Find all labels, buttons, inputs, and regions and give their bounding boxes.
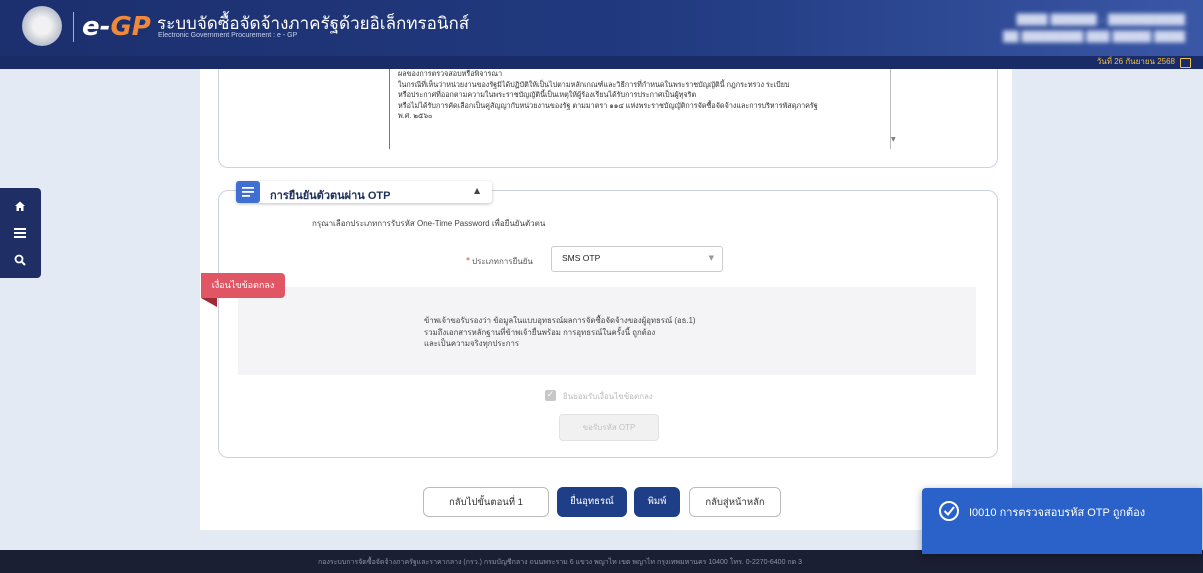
top-info-bar — [0, 56, 1203, 69]
terms-line: หรือประกาศที่ออกตามความในพระราชบัญญัตินี… — [398, 90, 697, 99]
terms-ribbon: เงื่อนไขข้อตกลง — [201, 273, 285, 298]
logo-gp: GP — [110, 12, 151, 42]
logo-divider — [73, 12, 74, 42]
app-header: e-GP ระบบจัดซื้อจัดจ้างภาครัฐด้วยอิเล็กท… — [0, 0, 1203, 56]
back-home-button[interactable]: กลับสู่หน้าหลัก — [689, 487, 781, 517]
egp-logo: e-GP — [82, 13, 151, 41]
current-date: วันที่ 26 กันยายน 2568 — [1096, 57, 1175, 66]
check-circle-icon — [938, 500, 960, 526]
terms-line: ในกรณีที่เห็นว่าหน่วยงานของรัฐมิได้ปฏิบั… — [398, 79, 790, 89]
otp-description: กรุณาเลือกประเภทการรับรหัส One-Time Pass… — [312, 219, 546, 228]
agreement-line: รวมถึงเอกสารหลักฐานที่ข้าพเจ้ายื่นพร้อม … — [424, 327, 656, 337]
terms-text: ผลของการตรวจสอบหรือพิจารณา ในกรณีที่เห็น… — [398, 69, 868, 122]
agreement-line: ข้าพเจ้าขอรับรองว่า ข้อมูลในแบบอุทธรณ์ผล… — [424, 316, 696, 325]
success-toast[interactable] — [922, 488, 1202, 554]
method-label: ประเภทการยืนยัน — [472, 257, 533, 266]
side-nav — [0, 188, 41, 278]
terms-line: ผลของการตรวจสอบหรือพิจารณา — [398, 69, 503, 78]
footer-text: กองระบบการจัดซื้อจัดจ้างภาครัฐและราคากลา… — [318, 559, 803, 566]
ribbon-fold — [201, 298, 217, 307]
required-marker: * — [466, 256, 470, 265]
agreement-line: และเป็นความจริงทุกประการ — [424, 339, 520, 348]
print-button[interactable]: พิมพ์ — [634, 487, 680, 517]
otp-method-select[interactable]: SMS OTP ▼ — [551, 246, 723, 272]
menu-icon[interactable] — [10, 223, 30, 243]
accept-label: ยินยอมรับเงื่อนไขข้อตกลง — [563, 392, 653, 401]
list-icon — [236, 181, 260, 203]
submit-appeal-button[interactable]: ยื่นอุทธรณ์ — [557, 487, 627, 517]
toast-message: I0010 การตรวจสอบรหัส OTP ถูกต้อง — [969, 507, 1146, 519]
logo-e: e- — [82, 12, 111, 42]
search-icon[interactable] — [10, 250, 30, 270]
back-step1-button[interactable]: กลับไปขั้นตอนที่ 1 — [423, 487, 549, 517]
section-title: การยืนยันตัวตนผ่าน OTP — [270, 190, 391, 202]
scroll-down-icon[interactable]: ▼ — [891, 136, 896, 143]
terms-line: หรือไม่ได้รับการคัดเลือกเป็นคู่สัญญากับห… — [398, 100, 818, 110]
accept-checkbox[interactable]: ✓ — [545, 390, 556, 401]
collapse-caret-icon[interactable]: ▲ — [474, 186, 480, 195]
user-info-blurred: ████ ██████ – ██████████ ██ ████████ ███ … — [1003, 15, 1185, 43]
logout-icon[interactable] — [1180, 58, 1191, 68]
home-icon[interactable] — [10, 196, 30, 216]
terms-scroll-box[interactable]: ผลของการตรวจสอบหรือพิจารณา ในกรณีที่เห็น… — [389, 69, 891, 149]
chevron-down-icon: ▼ — [708, 254, 714, 262]
site-subtitle: Electronic Government Procurement : e - … — [158, 32, 298, 39]
terms-line: พ.ศ. ๒๕๖๐ — [398, 111, 433, 120]
request-otp-button[interactable]: ขอรับรหัส OTP — [559, 414, 659, 441]
government-seal-logo — [22, 6, 62, 46]
method-value: SMS OTP — [562, 253, 601, 263]
agreement-text: ข้าพเจ้าขอรับรองว่า ข้อมูลในแบบอุทธรณ์ผล… — [424, 315, 784, 350]
